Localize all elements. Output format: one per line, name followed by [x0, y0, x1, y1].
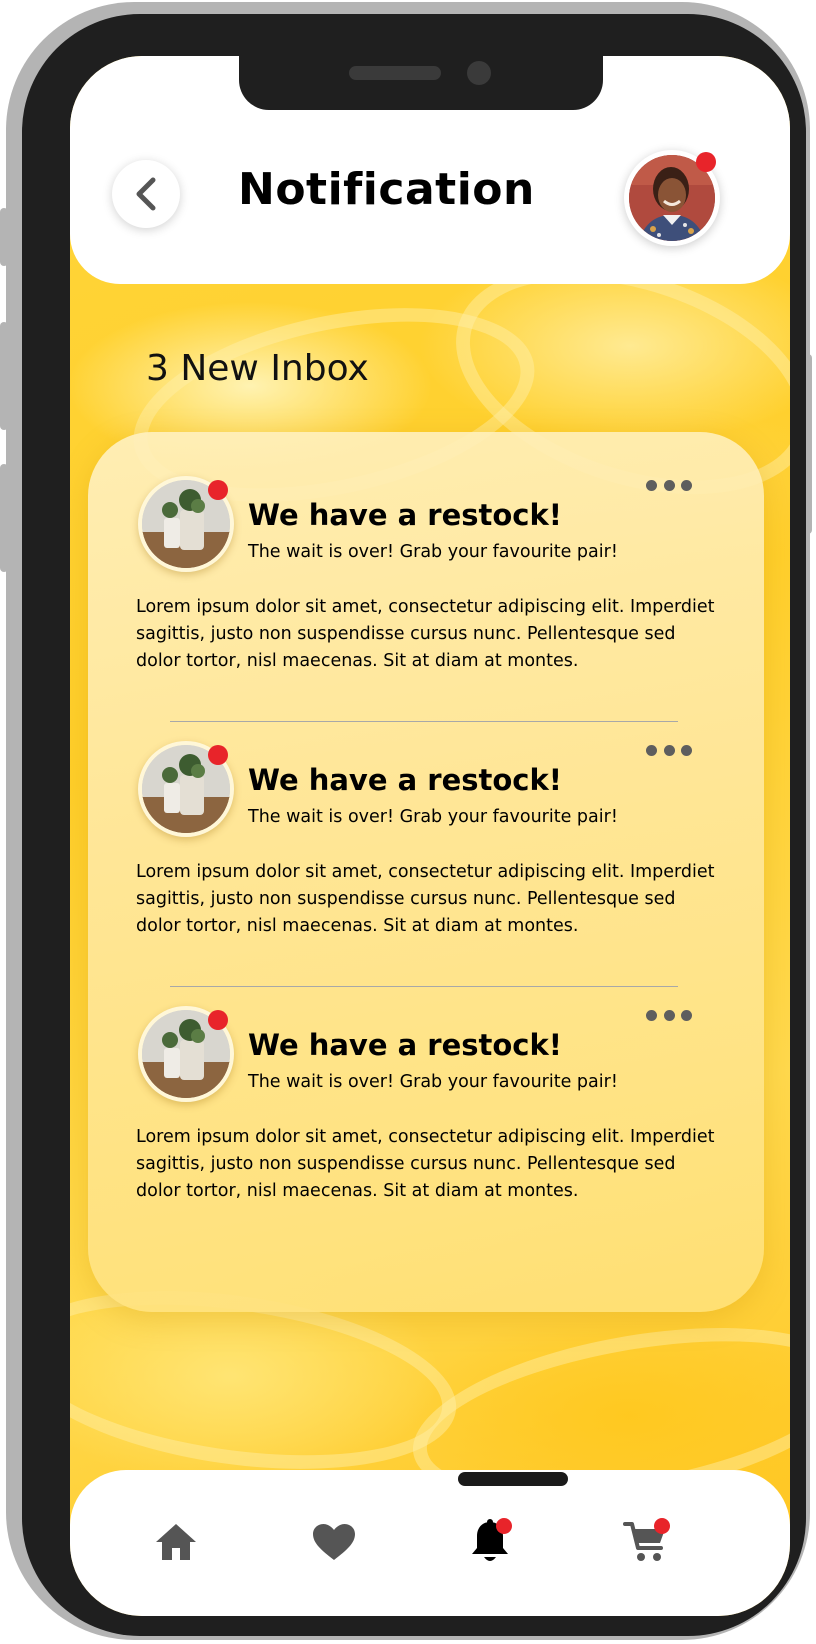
home-indicator: [458, 1472, 568, 1486]
notification-title: We have a restock!: [248, 498, 562, 532]
unread-badge: [208, 745, 228, 765]
nav-cart-button[interactable]: [618, 1514, 674, 1570]
nav-favorites-button[interactable]: [306, 1514, 362, 1570]
dot-icon: [663, 1009, 675, 1021]
back-button[interactable]: [112, 160, 180, 228]
profile-avatar-button[interactable]: [624, 150, 720, 246]
notification-item[interactable]: We have a restock! The wait is over! Gra…: [88, 432, 764, 692]
notification-body: Lorem ipsum dolor sit amet, consectetur …: [136, 1127, 715, 1201]
notification-body: Lorem ipsum dolor sit amet, consectetur …: [136, 597, 715, 671]
dot-icon: [646, 744, 657, 756]
dot-icon: [681, 744, 692, 756]
more-options-button[interactable]: [646, 1006, 692, 1024]
notification-thumbnail: [138, 476, 234, 572]
notification-thumbnail: [138, 741, 234, 837]
notch: [239, 56, 603, 110]
cart-badge: [654, 1518, 670, 1534]
more-options-button[interactable]: [646, 476, 692, 494]
dot-icon: [646, 1009, 657, 1021]
dot-icon: [681, 479, 692, 491]
volume-down-button: [0, 464, 8, 572]
more-options-button[interactable]: [646, 741, 692, 759]
dot-icon: [681, 1009, 692, 1021]
inbox-count-label: 3 New Inbox: [146, 348, 369, 389]
header: Notification: [70, 56, 790, 284]
home-icon: [156, 1524, 196, 1560]
chevron-left-icon: [136, 177, 156, 211]
bottom-navigation: [70, 1470, 790, 1616]
notification-badge: [696, 152, 716, 172]
side-button: [0, 208, 8, 266]
front-camera: [467, 61, 491, 85]
notification-subtitle: The wait is over! Grab your favourite pa…: [248, 807, 618, 827]
phone-body: Notification 3 New Inbox We have a resto…: [22, 14, 806, 1636]
notification-title: We have a restock!: [248, 1028, 562, 1062]
heart-icon: [313, 1524, 355, 1560]
unread-badge: [208, 1010, 228, 1030]
notification-card: We have a restock! The wait is over! Gra…: [88, 432, 764, 1312]
notification-item[interactable]: We have a restock! The wait is over! Gra…: [88, 697, 764, 957]
notification-subtitle: The wait is over! Grab your favourite pa…: [248, 1072, 618, 1092]
phone-frame: Notification 3 New Inbox We have a resto…: [0, 2, 812, 1640]
dot-icon: [663, 744, 675, 756]
nav-home-button[interactable]: [148, 1514, 204, 1570]
notification-subtitle: The wait is over! Grab your favourite pa…: [248, 542, 618, 562]
notification-badge: [496, 1518, 512, 1534]
notification-thumbnail: [138, 1006, 234, 1102]
screen: Notification 3 New Inbox We have a resto…: [70, 56, 790, 1616]
speaker: [349, 66, 441, 80]
dot-icon: [663, 479, 675, 491]
unread-badge: [208, 480, 228, 500]
notification-title: We have a restock!: [248, 763, 562, 797]
notification-item[interactable]: We have a restock! The wait is over! Gra…: [88, 962, 764, 1222]
notification-body: Lorem ipsum dolor sit amet, consectetur …: [136, 862, 715, 936]
nav-notifications-button[interactable]: [462, 1514, 518, 1570]
volume-up-button: [0, 322, 8, 430]
dot-icon: [646, 479, 657, 491]
page-title: Notification: [238, 164, 535, 215]
